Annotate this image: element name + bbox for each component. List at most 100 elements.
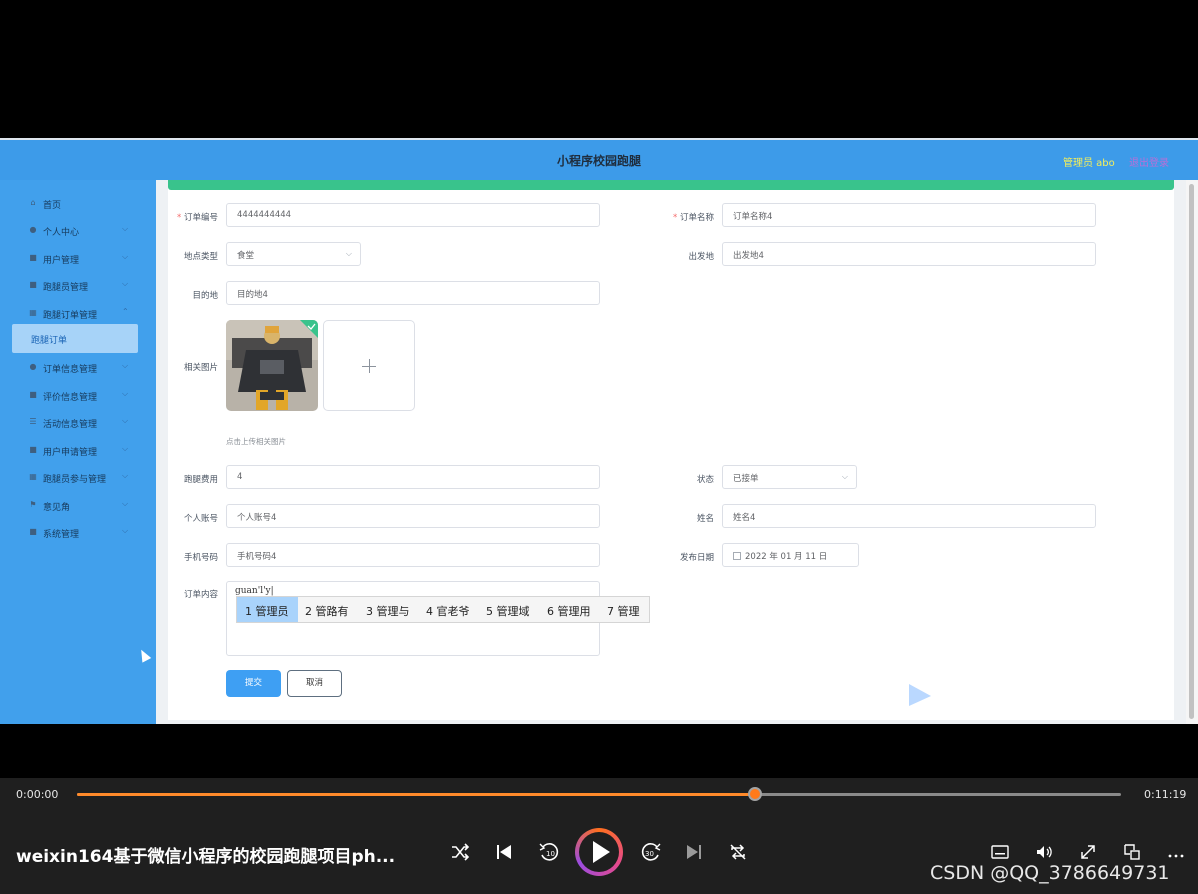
forward-30-icon[interactable]: 30	[640, 841, 662, 863]
sidebar-item-label: 首页	[43, 201, 62, 211]
sidebar-item-activities[interactable]: ☰ 活动信息管理 ⌵	[0, 413, 156, 433]
origin-label: 出发地	[688, 252, 714, 262]
fullscreen-icon[interactable]	[1078, 842, 1098, 862]
logout-link[interactable]: 退出登录	[1129, 154, 1169, 169]
previous-icon[interactable]	[494, 842, 514, 862]
review-icon: ■	[29, 390, 37, 399]
ime-candidate[interactable]: 7 管理	[607, 603, 640, 619]
user-icon: ●	[29, 225, 37, 234]
watermark-text: eV剪辑	[971, 670, 1100, 716]
phone-input[interactable]: 手机号码4	[226, 543, 600, 567]
svg-text:30: 30	[645, 850, 654, 858]
repeat-off-icon[interactable]	[728, 842, 748, 862]
mini-player-icon[interactable]	[1122, 842, 1142, 862]
ime-candidate-bar: 1 管理员 2 管路有 3 管理与 4 官老爷 5 管理域 6 管理用 7 管理	[236, 596, 650, 623]
account-label: 个人账号	[183, 514, 218, 524]
play-icon	[593, 841, 610, 863]
screen: 小程序校园跑腿 管理员 abo 退出登录 ⌂ 首页 ● 个人中心 ⌵ ■ 用户管…	[0, 0, 1198, 894]
play-button[interactable]	[575, 828, 623, 876]
submenu-item-errand-order[interactable]: 跑腿订单	[12, 324, 138, 353]
seek-handle[interactable]	[747, 787, 762, 801]
runner-icon: ■	[29, 280, 37, 289]
ime-candidate[interactable]: 1 管理员	[245, 603, 289, 619]
name-input[interactable]: 姓名4	[722, 504, 1096, 528]
settings-icon: ■	[29, 527, 37, 536]
upload-add-button[interactable]	[323, 320, 415, 411]
ime-composition-text: guan'l'y|	[235, 586, 274, 596]
ime-candidate[interactable]: 2 管路有	[305, 603, 349, 619]
list-icon: ☰	[29, 417, 37, 426]
chevron-up-icon: ⌃	[122, 307, 129, 316]
publish-date-picker[interactable]: 2022 年 01 月 11 日	[722, 543, 859, 567]
sidebar-item-applications[interactable]: ■ 用户申请管理 ⌵	[0, 441, 156, 461]
images-label: 相关图片	[183, 363, 218, 373]
chevron-down-icon: ⌵	[122, 444, 129, 453]
status-value: 已接单	[733, 474, 759, 484]
sidebar-item-runners[interactable]: ■ 跑腿员管理 ⌵	[0, 276, 156, 296]
volume-icon[interactable]	[1034, 842, 1054, 862]
origin-input[interactable]: 出发地4	[722, 242, 1096, 266]
order-name-input[interactable]: 订单名称4	[722, 203, 1096, 227]
place-type-value: 食堂	[237, 251, 255, 261]
scrollbar-thumb[interactable]	[1189, 184, 1194, 719]
submenu-item-label: 跑腿订单	[31, 336, 68, 346]
total-time: 0:11:19	[1144, 788, 1187, 801]
rewind-10-icon[interactable]: 10	[538, 841, 560, 863]
ime-candidate[interactable]: 3 管理与	[366, 603, 410, 619]
chevron-down-icon: ⌵	[122, 224, 129, 233]
application-icon: ■	[29, 445, 37, 454]
account-input[interactable]: 个人账号4	[226, 504, 600, 528]
sidebar-item-users[interactable]: ■ 用户管理 ⌵	[0, 249, 156, 269]
sidebar-item-label: 系统管理	[43, 530, 80, 540]
sidebar-item-label: 订单信息管理	[43, 365, 98, 375]
sidebar-item-label: 活动信息管理	[43, 420, 98, 430]
chevron-down-icon: ⌵	[122, 279, 129, 288]
uploaded-image[interactable]	[226, 320, 318, 411]
csdn-credit: CSDN @QQ_3786649731	[930, 862, 1170, 884]
users-icon: ■	[29, 253, 37, 262]
next-icon[interactable]	[684, 842, 704, 862]
more-options-icon[interactable]	[1166, 842, 1186, 862]
grid-icon: ▦	[29, 308, 37, 317]
publish-date-label: 发布日期	[679, 553, 714, 563]
submit-button[interactable]: 提交	[226, 670, 281, 697]
sidebar-item-label: 用户管理	[43, 256, 80, 266]
chevron-down-icon: ⌵	[345, 249, 352, 258]
subtitles-icon[interactable]	[990, 842, 1010, 862]
current-time: 0:00:00	[16, 788, 59, 801]
sidebar-item-system[interactable]: ■ 系统管理 ⌵	[0, 523, 156, 543]
video-title: weixin164基于微信小程序的校园跑腿项目ph...	[16, 847, 396, 867]
svg-text:10: 10	[546, 850, 555, 858]
sidebar: ⌂ 首页 ● 个人中心 ⌵ ■ 用户管理 ⌵ ■ 跑腿员管理 ⌵ ▦ 跑腿订单管…	[0, 180, 156, 724]
sidebar-item-feedback[interactable]: ⚑ 意见角 ⌵	[0, 496, 156, 516]
app-header: 小程序校园跑腿 管理员 abo 退出登录	[0, 140, 1198, 180]
seek-bar[interactable]	[77, 787, 1121, 801]
ime-candidate[interactable]: 6 管理用	[547, 603, 591, 619]
sidebar-item-reviews[interactable]: ■ 评价信息管理 ⌵	[0, 386, 156, 406]
chevron-down-icon: ⌵	[122, 361, 129, 370]
ime-candidate[interactable]: 5 管理域	[486, 603, 530, 619]
sidebar-item-profile[interactable]: ● 个人中心 ⌵	[0, 221, 156, 241]
place-type-label: 地点类型	[183, 252, 218, 262]
fee-input[interactable]: 4	[226, 465, 600, 489]
sidebar-item-home[interactable]: ⌂ 首页	[0, 194, 156, 214]
order-no-input[interactable]: 4444444444	[226, 203, 600, 227]
sidebar-item-runner-participation[interactable]: ▦ 跑腿员参与管理 ⌵	[0, 468, 156, 488]
destination-input[interactable]: 目的地4	[226, 281, 600, 305]
fee-label: 跑腿费用	[183, 475, 218, 485]
panel-accent-bar	[168, 180, 1174, 190]
page-scrollbar[interactable]	[1186, 180, 1198, 724]
cancel-button[interactable]: 取消	[287, 670, 342, 697]
upload-tip: 点击上传相关图片	[226, 437, 286, 446]
shuffle-icon[interactable]	[450, 842, 470, 862]
content-label: 订单内容	[183, 590, 218, 600]
name-label: 姓名	[696, 514, 714, 524]
sidebar-item-label: 跑腿员参与管理	[43, 475, 107, 485]
calendar-icon	[733, 552, 741, 560]
sidebar-item-errand-orders[interactable]: ▦ 跑腿订单管理 ⌃	[0, 304, 156, 324]
ev-watermark: eV剪辑	[905, 656, 1145, 716]
sidebar-item-order-info[interactable]: ● 订单信息管理 ⌵	[0, 358, 156, 378]
ime-candidate[interactable]: 4 官老爷	[426, 603, 470, 619]
status-select[interactable]: 已接单 ⌵	[722, 465, 857, 489]
place-type-select[interactable]: 食堂 ⌵	[226, 242, 361, 266]
